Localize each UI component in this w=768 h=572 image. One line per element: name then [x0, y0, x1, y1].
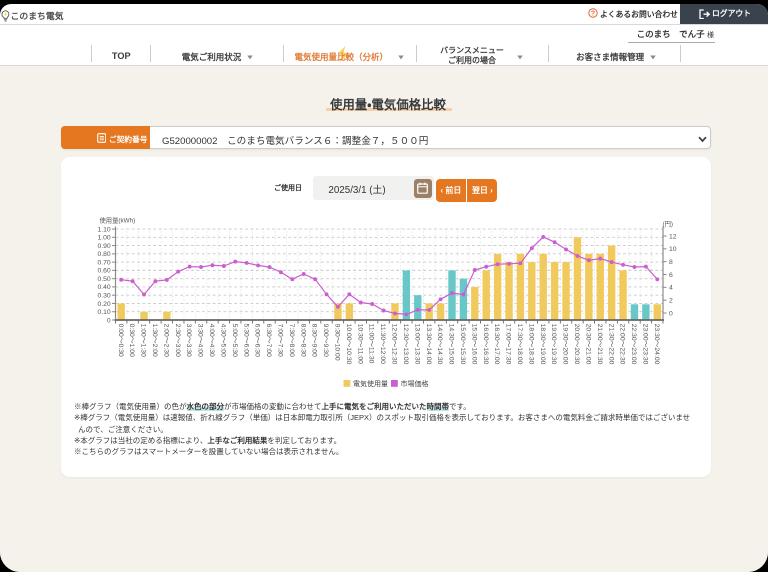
svg-text:1.10: 1.10: [97, 226, 110, 233]
svg-text:2: 2: [669, 297, 673, 304]
svg-text:0.80: 0.80: [97, 251, 110, 258]
svg-text:7:00〜7:30: 7:00〜7:30: [276, 324, 283, 357]
svg-text:2:00〜2:30: 2:00〜2:30: [162, 324, 169, 357]
svg-text:9:30〜10:00: 9:30〜10:00: [334, 324, 341, 361]
svg-text:0.30: 0.30: [97, 292, 110, 299]
svg-text:17:00〜17:30: 17:00〜17:30: [505, 324, 512, 365]
svg-text:12:00〜12:30: 12:00〜12:30: [391, 324, 398, 365]
svg-text:7:30〜8:00: 7:30〜8:00: [288, 324, 295, 357]
svg-text:21:00〜21:30: 21:00〜21:30: [596, 324, 603, 365]
svg-text:6: 6: [669, 272, 673, 279]
svg-text:1.00: 1.00: [97, 235, 110, 242]
svg-text:8:00〜8:30: 8:00〜8:30: [299, 324, 306, 357]
svg-text:22:30〜23:00: 22:30〜23:00: [630, 324, 637, 365]
svg-text:5:00〜5:30: 5:00〜5:30: [231, 324, 238, 357]
svg-text:16:30〜17:00: 16:30〜17:00: [493, 324, 500, 365]
svg-text:19:30〜20:00: 19:30〜20:00: [562, 324, 569, 365]
svg-text:23:30〜24:00: 23:30〜24:00: [653, 324, 660, 365]
svg-text:11:30〜12:00: 11:30〜12:00: [379, 324, 386, 365]
svg-text:12:30〜13:00: 12:30〜13:00: [402, 324, 409, 365]
svg-text:0: 0: [107, 317, 111, 324]
svg-text:0:30〜1:00: 0:30〜1:00: [128, 324, 135, 357]
svg-text:15:30〜16:00: 15:30〜16:00: [470, 324, 477, 365]
svg-text:12: 12: [669, 233, 677, 240]
svg-text:21:30〜22:00: 21:30〜22:00: [607, 324, 614, 365]
svg-text:1:00〜1:30: 1:00〜1:30: [140, 324, 147, 357]
svg-text:17:30〜18:00: 17:30〜18:00: [516, 324, 523, 365]
svg-text:?: ?: [591, 11, 595, 18]
svg-text:2:30〜3:00: 2:30〜3:00: [174, 324, 181, 357]
svg-text:23:00〜23:30: 23:00〜23:30: [641, 324, 648, 365]
svg-text:(円): (円): [663, 220, 674, 228]
svg-text:0.40: 0.40: [97, 284, 110, 291]
svg-text:0.90: 0.90: [97, 243, 110, 250]
svg-text:4:00〜4:30: 4:00〜4:30: [208, 324, 215, 357]
svg-text:3:00〜3:30: 3:00〜3:30: [185, 324, 192, 357]
svg-text:15:00〜15:30: 15:00〜15:30: [459, 324, 466, 365]
svg-text:6:30〜7:00: 6:30〜7:00: [265, 324, 272, 357]
svg-text:10: 10: [669, 246, 677, 253]
svg-text:18:30〜19:00: 18:30〜19:00: [539, 324, 546, 365]
svg-text:0.60: 0.60: [97, 268, 110, 275]
svg-text:10:30〜11:00: 10:30〜11:00: [356, 324, 363, 365]
svg-text:5:30〜6:00: 5:30〜6:00: [242, 324, 249, 357]
svg-text:8: 8: [669, 259, 673, 266]
svg-text:14:30〜15:00: 14:30〜15:00: [448, 324, 455, 365]
svg-text:19:00〜19:30: 19:00〜19:30: [550, 324, 557, 365]
svg-text:10:00〜10:30: 10:00〜10:30: [345, 324, 352, 365]
svg-text:0.50: 0.50: [97, 276, 110, 283]
svg-text:14:00〜14:30: 14:00〜14:30: [436, 324, 443, 365]
svg-text:16:00〜16:30: 16:00〜16:30: [482, 324, 489, 365]
svg-text:20:00〜20:30: 20:00〜20:30: [573, 324, 580, 365]
svg-text:0.10: 0.10: [97, 309, 110, 316]
svg-text:18:00〜18:30: 18:00〜18:30: [527, 324, 534, 365]
svg-text:4: 4: [669, 285, 673, 292]
svg-text:電気使用量: 電気使用量: [353, 379, 388, 388]
svg-text:0.70: 0.70: [97, 259, 110, 266]
svg-text:13:00〜13:30: 13:00〜13:30: [413, 324, 420, 365]
svg-text:市場価格: 市場価格: [401, 379, 429, 388]
svg-text:3:30〜4:00: 3:30〜4:00: [197, 324, 204, 357]
svg-text:13:30〜14:00: 13:30〜14:00: [425, 324, 432, 365]
svg-text:9:00〜9:30: 9:00〜9:30: [322, 324, 329, 357]
svg-text:使用量(kWh): 使用量(kWh): [100, 216, 136, 225]
svg-text:22:00〜22:30: 22:00〜22:30: [619, 324, 626, 365]
svg-text:8:30〜9:00: 8:30〜9:00: [311, 324, 318, 357]
svg-text:0: 0: [669, 310, 673, 317]
svg-text:0.20: 0.20: [97, 301, 110, 308]
svg-text:20:30〜21:00: 20:30〜21:00: [584, 324, 591, 365]
svg-text:6:00〜6:30: 6:00〜6:30: [254, 324, 261, 357]
svg-text:4:30〜5:00: 4:30〜5:00: [219, 324, 226, 357]
svg-text:0:00〜0:30: 0:00〜0:30: [117, 324, 124, 357]
svg-text:11:00〜11:30: 11:00〜11:30: [368, 324, 375, 364]
svg-text:1:30〜2:00: 1:30〜2:00: [151, 324, 158, 357]
